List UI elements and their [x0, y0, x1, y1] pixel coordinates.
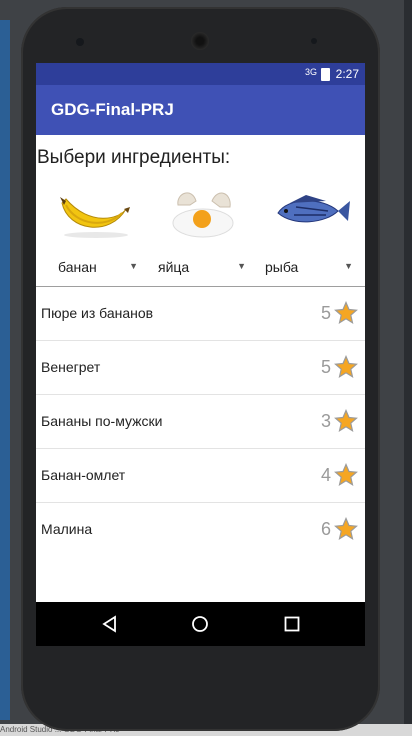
- list-item[interactable]: Малина 6: [36, 503, 365, 556]
- status-bar: 3G 2:27: [36, 63, 365, 85]
- recipe-rating: 6: [320, 519, 331, 539]
- proximity-sensor: [311, 38, 317, 44]
- ingredient-spinner-2[interactable]: яйца ▼: [158, 259, 246, 277]
- list-item[interactable]: Венегрет 5: [36, 341, 365, 395]
- status-time: 2:27: [335, 67, 359, 81]
- spinner-value: яйца: [158, 259, 190, 275]
- background-window-edge: [0, 20, 10, 720]
- dropdown-arrow-icon: ▼: [237, 261, 246, 271]
- ingredients-prompt: Выбери ингредиенты:: [37, 147, 231, 168]
- star-icon[interactable]: [334, 355, 358, 379]
- recipe-rating: 5: [320, 303, 331, 323]
- recipe-rating: 3: [320, 411, 331, 431]
- star-icon[interactable]: [334, 517, 358, 541]
- ingredient-spinner-3[interactable]: рыба ▼: [265, 259, 353, 277]
- recipe-name: Бананы по-мужски: [41, 413, 163, 429]
- ingredient-spinner-1[interactable]: банан ▼: [58, 259, 138, 277]
- recipe-name: Банан-омлет: [41, 467, 126, 483]
- recipe-name: Малина: [41, 521, 93, 537]
- list-item[interactable]: Бананы по-мужски 3: [36, 395, 365, 449]
- back-icon[interactable]: [100, 614, 120, 634]
- recipe-name: Венегрет: [41, 359, 101, 375]
- star-icon[interactable]: [334, 409, 358, 433]
- fish-icon[interactable]: [266, 183, 356, 243]
- front-camera: [76, 38, 84, 46]
- egg-icon[interactable]: [158, 183, 248, 243]
- star-icon[interactable]: [334, 463, 358, 487]
- app-title: GDG-Final-PRJ: [51, 100, 174, 119]
- recipe-rating: 4: [320, 465, 331, 485]
- phone-frame: 3G 2:27 GDG-Final-PRJ Выбери ингредиенты…: [21, 7, 380, 731]
- recipe-list: Пюре из бананов 5 Венегрет 5 Бананы по-м…: [36, 287, 365, 556]
- recipe-rating: 5: [320, 357, 331, 377]
- navigation-bar: [36, 602, 365, 646]
- background-window-edge-right: [404, 0, 412, 736]
- banana-icon[interactable]: [50, 183, 140, 243]
- spinner-value: рыба: [265, 259, 299, 275]
- spinner-value: банан: [58, 259, 97, 275]
- home-icon[interactable]: [190, 614, 210, 634]
- battery-icon: [321, 68, 330, 81]
- dropdown-arrow-icon: ▼: [344, 261, 353, 271]
- recents-icon[interactable]: [282, 614, 302, 634]
- app-screen: 3G 2:27 GDG-Final-PRJ Выбери ингредиенты…: [36, 63, 365, 646]
- app-bar: GDG-Final-PRJ: [36, 85, 365, 135]
- list-item[interactable]: Банан-омлет 4: [36, 449, 365, 503]
- earpiece-speaker: [191, 32, 209, 50]
- star-icon[interactable]: [334, 301, 358, 325]
- recipe-name: Пюре из бананов: [41, 305, 154, 321]
- list-item[interactable]: Пюре из бананов 5: [36, 287, 365, 341]
- signal-indicator: 3G: [304, 67, 317, 77]
- dropdown-arrow-icon: ▼: [129, 261, 138, 271]
